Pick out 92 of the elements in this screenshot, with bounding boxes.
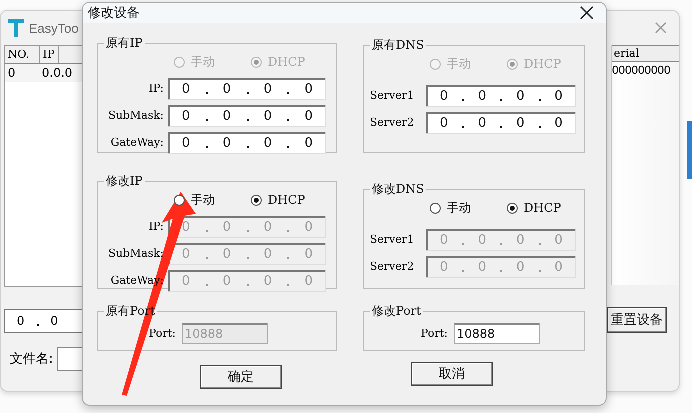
ip-octet: 0 <box>304 220 313 234</box>
ip-octet: 0 <box>440 88 448 104</box>
table-cell-text: 0.0.0 <box>41 65 74 82</box>
radio-label: DHCP <box>524 57 562 71</box>
ip-octet: 0 <box>304 274 313 288</box>
field-label: SubMask: <box>108 109 165 122</box>
ip-octet: 0 <box>17 314 25 328</box>
file-name-field[interactable] <box>57 347 83 371</box>
ip-field[interactable]: 0 0 0 0 <box>168 104 326 126</box>
ip-octet: 0 <box>554 116 563 130</box>
table-cell-text: 0 <box>7 65 17 82</box>
ip-octet: 0 <box>304 108 313 124</box>
ip-field[interactable]: 0 0 0 0 <box>168 78 326 100</box>
field-label: SubMask: <box>108 247 165 260</box>
field-label: IP: <box>148 220 165 233</box>
reset-button[interactable]: 重置设备 <box>607 307 667 333</box>
field-label: Server1 <box>369 233 416 246</box>
field-label: Port: <box>420 326 449 340</box>
column-header[interactable]: erial <box>612 45 679 62</box>
ip-octet: 0 <box>222 246 232 262</box>
dialog-title: 修改设备 <box>88 5 140 22</box>
group-title: 修改Port <box>371 303 422 320</box>
ip-octet: 0 <box>304 82 313 96</box>
ip-octet: 0 <box>182 220 190 234</box>
ip-octet: 0 <box>222 82 232 96</box>
ip-octet: 0 <box>516 260 525 274</box>
ip-octet: 0 <box>264 246 272 262</box>
ip-field[interactable]: 0 0 0 0 <box>426 112 576 134</box>
window-title: EasyToo <box>29 20 79 36</box>
field-label: Server2 <box>369 260 416 273</box>
column-header[interactable]: NO. <box>5 46 40 63</box>
ip-octet: 0 <box>264 274 272 288</box>
table-cell-text: 000000000 <box>612 63 672 79</box>
ip-octet: 0 <box>264 108 272 124</box>
group-title: 修改DNS <box>371 181 426 198</box>
radio-option[interactable]: DHCP <box>507 201 562 215</box>
ip-octet: 0 <box>440 260 448 274</box>
ip-octet: 0 <box>554 232 563 248</box>
ip-octet: 0 <box>182 82 190 96</box>
group-title: 修改IP <box>105 173 144 190</box>
file-label: 文件名: <box>10 351 54 368</box>
ip-field[interactable]: 0 0 0 0 <box>426 84 576 106</box>
ip-octet: 0 <box>264 136 272 150</box>
ip-octet: 0 <box>516 116 525 130</box>
radio-label: 手动 <box>447 56 471 72</box>
column-header[interactable]: IP <box>40 46 59 63</box>
ip-octet: 0 <box>554 88 563 104</box>
radio-label: DHCP <box>524 201 562 215</box>
ip-octet: 0 <box>182 246 190 262</box>
ip-octet: 0 <box>222 220 232 234</box>
ip-octet: 0 <box>554 260 563 274</box>
ip-octet: 0 <box>182 274 190 288</box>
ok-button[interactable]: 确定 <box>200 365 282 389</box>
group-title: 原有DNS <box>371 37 426 54</box>
ip-octet: 0 <box>478 116 486 130</box>
cancel-button[interactable]: 取消 <box>411 362 493 386</box>
ip-octet: 0 <box>478 260 486 274</box>
ip-field[interactable]: 0 0 <box>4 309 83 333</box>
logo-icon <box>8 19 24 37</box>
ip-octet: 0 <box>304 136 313 150</box>
group-title: 原有IP <box>105 35 144 52</box>
radio-label: 手动 <box>447 200 471 216</box>
ip-octet: 0 <box>516 88 525 104</box>
radio-option[interactable]: 手动 <box>430 200 471 216</box>
ip-octet: 0 <box>440 116 448 130</box>
ip-field[interactable]: 0 0 0 0 <box>168 132 326 154</box>
field-label: Server1 <box>369 89 416 102</box>
radio-label: DHCP <box>268 55 306 69</box>
field-label: GateWay: <box>110 136 165 149</box>
ip-octet: 0 <box>478 88 486 104</box>
radio-label: 手动 <box>191 54 215 70</box>
ip-octet: 0 <box>478 232 486 248</box>
ip-octet: 0 <box>516 232 525 248</box>
ip-octet: 0 <box>50 314 58 328</box>
ip-octet: 0 <box>182 136 190 150</box>
ip-octet: 0 <box>264 82 272 96</box>
port-field[interactable]: 10888 <box>454 322 540 344</box>
ip-octet: 0 <box>222 108 232 124</box>
ip-octet: 0 <box>222 274 232 288</box>
ip-octet: 0 <box>264 220 272 234</box>
field-label: Server2 <box>369 116 416 129</box>
radio-label: 手动 <box>191 192 215 208</box>
close-icon[interactable] <box>580 6 594 20</box>
ip-octet: 0 <box>182 108 190 124</box>
ip-octet: 0 <box>304 246 313 262</box>
field-label: IP: <box>148 82 165 95</box>
ip-octet: 0 <box>440 232 448 248</box>
field-label: Port: <box>148 326 177 340</box>
radio-option[interactable]: DHCP <box>251 193 306 207</box>
ip-octet: 0 <box>222 136 232 150</box>
side-panel-edge <box>687 121 692 179</box>
radio-label: DHCP <box>268 193 306 207</box>
